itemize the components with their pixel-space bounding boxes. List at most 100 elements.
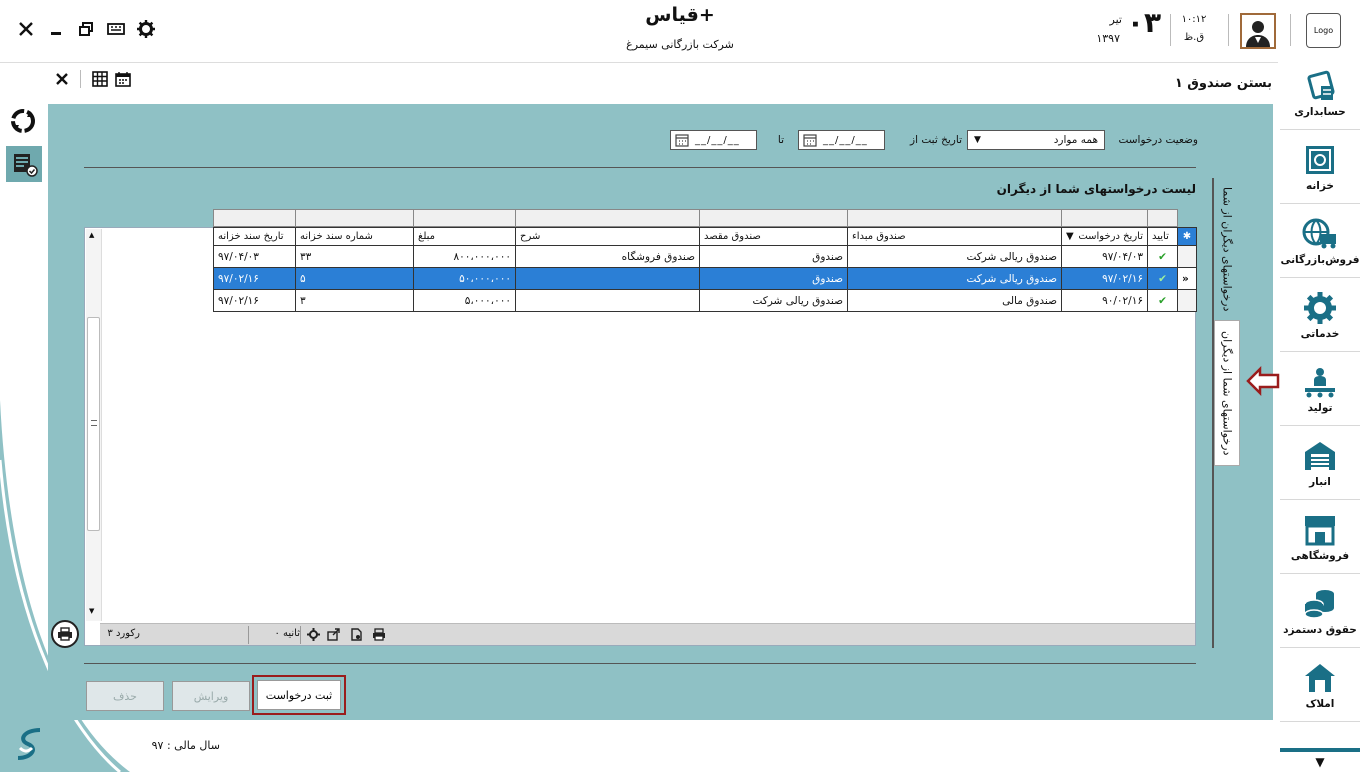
sidebar-item-label: خزانه xyxy=(1305,179,1334,192)
cell-desc xyxy=(515,267,700,290)
sidebar-item-services[interactable]: خدماتی xyxy=(1280,280,1360,352)
dropdown-arrow-icon: ▼ xyxy=(974,135,981,145)
grid-scrollbar[interactable]: ▲ ▼ xyxy=(86,229,102,621)
elapsed-seconds: ۰ ثانیه xyxy=(274,628,300,639)
table-row-selected[interactable]: ۹۷/۰۲/۱۶ ۵ ۵۰،۰۰۰،۰۰۰ صندوق صندوق ریالی … xyxy=(213,267,1197,290)
minimize-icon[interactable] xyxy=(45,18,67,40)
list-title: لیست درخواستهای شما از دیگران xyxy=(996,182,1196,196)
company-name: شرکت بازرگانی سیمرغ xyxy=(626,38,734,51)
select-all-icon[interactable]: ✱ xyxy=(1177,227,1197,246)
user-avatar[interactable] xyxy=(1240,13,1276,49)
cell-dest: صندوق ریالی شرکت xyxy=(699,289,848,312)
sidebar-item-production[interactable]: تولید xyxy=(1280,354,1360,426)
submit-request-button[interactable]: ثبت درخواست xyxy=(252,675,346,715)
divider xyxy=(1228,14,1229,46)
fund-request-icon[interactable] xyxy=(6,146,42,182)
cell-amount: ۸۰۰،۰۰۰،۰۰۰ xyxy=(413,245,516,268)
date-to-input[interactable]: __/__/__ xyxy=(670,130,757,150)
col-header-dest-fund[interactable]: صندوق مقصد xyxy=(699,227,848,246)
divider xyxy=(80,70,81,88)
delete-button[interactable]: حذف xyxy=(86,681,164,711)
cell-source: صندوق ریالی شرکت xyxy=(847,245,1062,268)
cell-dest: صندوق xyxy=(699,267,848,290)
divider xyxy=(84,663,1196,664)
divider xyxy=(1170,14,1171,46)
print-icon[interactable] xyxy=(372,628,386,641)
sidebar-item-store[interactable]: فروشگاهی xyxy=(1280,502,1360,574)
sidebar-scroll-down-icon[interactable]: ▼ xyxy=(1280,748,1360,772)
col-header-treasury-date[interactable]: تاریخ سند خزانه xyxy=(213,227,296,246)
table-icon[interactable] xyxy=(89,68,111,90)
sidebar-item-warehouse[interactable]: انبار xyxy=(1280,428,1360,500)
col-header-approve[interactable]: تایید xyxy=(1147,227,1178,246)
scroll-up-icon[interactable]: ▲ xyxy=(89,231,94,239)
row-indicator xyxy=(1177,289,1197,312)
gear-icon[interactable] xyxy=(135,18,157,40)
col-header-desc[interactable]: شرح xyxy=(515,227,700,246)
row-indicator xyxy=(1177,245,1197,268)
calculator-icon xyxy=(1307,70,1335,100)
sort-desc-icon: ▼ xyxy=(1066,231,1074,242)
arrow-left-icon xyxy=(1246,364,1280,398)
scroll-thumb[interactable] xyxy=(87,317,100,531)
keyboard-icon[interactable] xyxy=(105,18,127,40)
status-label: وضعیت درخواست xyxy=(1118,134,1198,146)
tab-others-requests[interactable]: درخواستهای دیگران از شما xyxy=(1214,180,1240,318)
settings-icon[interactable] xyxy=(307,628,320,641)
sidebar-item-commerce[interactable]: فروش‌بازرگانی xyxy=(1280,206,1360,278)
sidebar-item-estate[interactable]: املاک xyxy=(1280,650,1360,722)
calendar-icon[interactable] xyxy=(803,133,817,147)
restore-icon[interactable] xyxy=(75,18,97,40)
cell-date: ۹۰/۰۲/۱۶ xyxy=(1061,289,1148,312)
calendar-icon[interactable] xyxy=(675,133,689,147)
cell-desc xyxy=(515,289,700,312)
company-logo: Logo xyxy=(1306,13,1341,48)
divider xyxy=(300,626,301,644)
date-month: تیر xyxy=(1109,13,1122,26)
date-from-input[interactable]: __/__/__ xyxy=(798,130,885,150)
cell-amount: ۵،۰۰۰،۰۰۰ xyxy=(413,289,516,312)
table-row[interactable]: ۹۷/۰۲/۱۶ ۳ ۵،۰۰۰،۰۰۰ صندوق ریالی شرکت صن… xyxy=(213,289,1197,312)
clock-time: ۱۰:۱۲ xyxy=(1181,14,1207,25)
app-title: قیاس+ xyxy=(645,4,715,26)
globe-truck-icon xyxy=(1302,218,1336,248)
sidebar-item-label: تولید xyxy=(1307,401,1333,414)
sidebar-item-label: فروش‌بازرگانی xyxy=(1280,253,1360,266)
sidebar-item-payroll[interactable]: حقوق دستمزد xyxy=(1280,576,1360,648)
current-row-icon: » xyxy=(1177,267,1197,290)
sidebar-item-accounting[interactable]: حسابداری xyxy=(1280,58,1360,130)
print-icon[interactable] xyxy=(51,620,79,648)
worker-icon xyxy=(1305,367,1335,397)
sidebar-item-treasury[interactable]: خزانه xyxy=(1280,132,1360,204)
calendar-icon[interactable] xyxy=(112,68,134,90)
cell-treasury-no: ۳ xyxy=(295,289,414,312)
gear-icon xyxy=(1304,291,1336,324)
close-tab-icon[interactable] xyxy=(51,68,73,90)
close-icon[interactable] xyxy=(15,18,37,40)
export-icon[interactable] xyxy=(327,628,340,641)
sidebar-item-label: املاک xyxy=(1305,697,1335,710)
col-header-treasury-no[interactable]: شماره سند خزانه xyxy=(295,227,414,246)
sidebar-item-label: حقوق دستمزد xyxy=(1283,623,1357,636)
divider xyxy=(248,626,249,644)
table-row[interactable]: ۹۷/۰۴/۰۳ ۳۳ ۸۰۰،۰۰۰،۰۰۰ صندوق فروشگاه صن… xyxy=(213,245,1197,268)
store-icon xyxy=(1305,515,1335,545)
tabbar-divider xyxy=(0,62,1278,63)
grid-header-row: تاریخ سند خزانه شماره سند خزانه مبلغ شرح… xyxy=(213,227,1197,246)
document-icon[interactable] xyxy=(350,628,363,641)
refresh-icon[interactable] xyxy=(8,106,38,136)
cell-dest: صندوق xyxy=(699,245,848,268)
warehouse-icon xyxy=(1305,441,1335,470)
col-header-request-date[interactable]: ▼ تاریخ درخواست xyxy=(1061,227,1148,246)
approved-check-icon: ✔ xyxy=(1147,245,1178,268)
approved-check-icon: ✔ xyxy=(1147,267,1178,290)
edit-button[interactable]: ویرایش xyxy=(172,681,250,711)
status-select[interactable]: ▼ همه موارد xyxy=(967,130,1105,150)
tab-my-requests[interactable]: درخواستهای شما از دیگران xyxy=(1214,320,1240,466)
cell-date: ۹۷/۰۲/۱۶ xyxy=(1061,267,1148,290)
scroll-down-icon[interactable]: ▼ xyxy=(89,607,94,615)
col-header-source-fund[interactable]: صندوق مبداء xyxy=(847,227,1062,246)
col-header-amount[interactable]: مبلغ xyxy=(413,227,516,246)
cell-desc: صندوق فروشگاه xyxy=(515,245,700,268)
cell-treasury-date: ۹۷/۰۲/۱۶ xyxy=(213,289,296,312)
